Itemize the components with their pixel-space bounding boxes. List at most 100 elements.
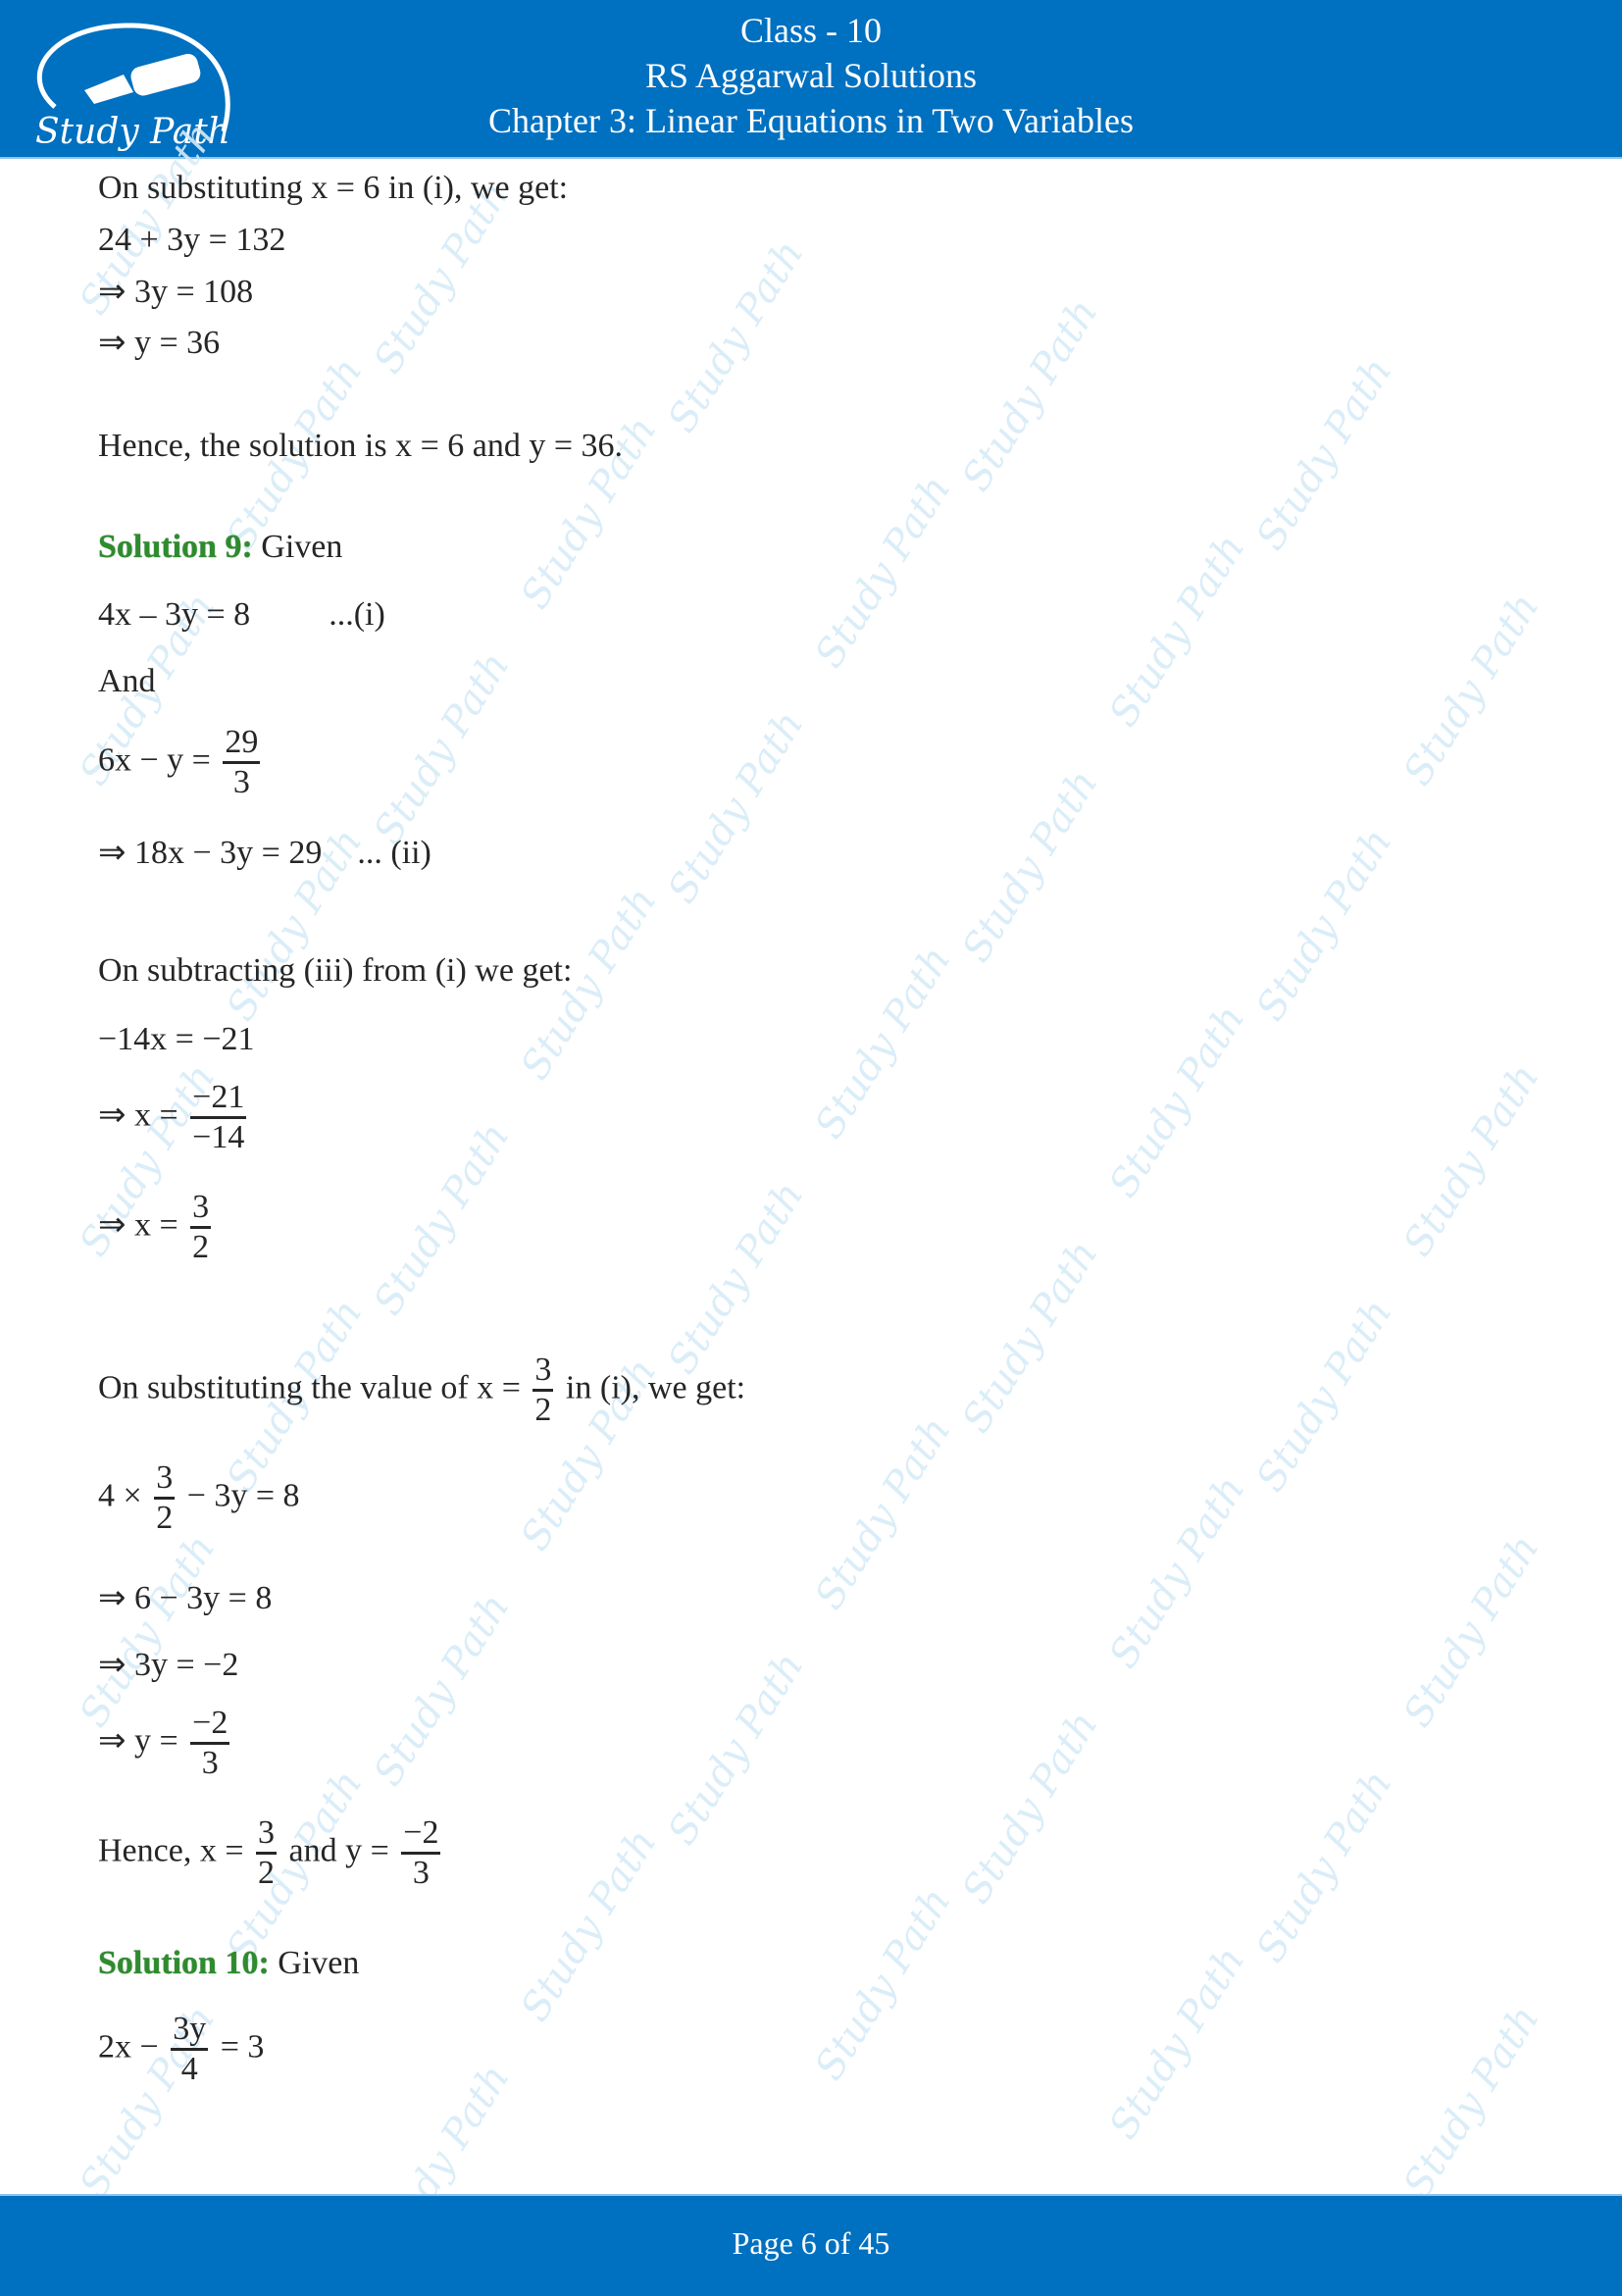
watermark-text: Study Path [1100, 527, 1254, 735]
fraction: −2 3 [401, 1814, 441, 1892]
watermark-text: Study Path [953, 1233, 1107, 1441]
watermark-text: Study Path [1394, 586, 1548, 793]
watermark-text: Study Path [365, 1115, 519, 1323]
numerator: 3 [190, 1189, 212, 1229]
equation-tag: ... (ii) [357, 835, 431, 871]
equation-line: ⇒ 6 − 3y = 8 [98, 1580, 273, 1616]
watermark-text: Study Path [659, 1645, 813, 1853]
equation-text: ⇒ 18x − 3y = 29 [98, 835, 323, 871]
text-line: On subtracting (iii) from (i) we get: [98, 952, 573, 989]
header-chapter: Chapter 3: Linear Equations in Two Varia… [487, 101, 1134, 140]
fraction: −2 3 [190, 1705, 230, 1782]
watermark-text: Study Path [806, 939, 960, 1147]
numerator: −2 [401, 1814, 441, 1855]
denominator: 2 [192, 1229, 210, 1265]
numerator: 3 [532, 1352, 554, 1392]
given-label: Given [269, 1945, 360, 1981]
denominator: 4 [180, 2051, 198, 2087]
solution-label: Solution 9: [98, 529, 253, 565]
text-segment: Hence, x = [98, 1832, 244, 1869]
solution-9-heading: Solution 9: Given [98, 528, 342, 567]
numerator: −2 [190, 1705, 230, 1745]
fraction: 3y 4 [171, 2011, 209, 2088]
numerator: 29 [223, 724, 261, 764]
fraction: 32 [256, 1814, 278, 1892]
equation-text: = 3 [220, 2028, 265, 2066]
equation-text: − 3y = 8 [186, 1477, 300, 1514]
equation-line: 4 × 32 − 3y = 8 [98, 1459, 300, 1537]
equation-line: ⇒ y = 36 [98, 325, 221, 361]
watermark-text: Study Path [1247, 1762, 1401, 1970]
denominator: 3 [201, 1745, 219, 1781]
equation-tag: ...(i) [329, 596, 385, 633]
equation-line: 24 + 3y = 132 [98, 222, 286, 258]
denominator: 3 [412, 1855, 430, 1891]
watermark-text: Study Path [806, 468, 960, 676]
text-line: And [98, 663, 156, 699]
watermark-text: Study Path [953, 762, 1107, 970]
denominator: 2 [534, 1392, 552, 1428]
equation-text: 6x − y = [98, 741, 211, 779]
watermark-text: Study Path [1100, 997, 1254, 1205]
equation-line: 4x – 3y = 8 ...(i) [98, 595, 385, 635]
header-class: Class - 10 [740, 11, 882, 50]
watermark-text: Study Path [1247, 1292, 1401, 1500]
watermark-text: Study Path [1100, 1468, 1254, 1676]
conclusion-line: Hence, x = 32 and y = −2 3 [98, 1814, 444, 1892]
fraction: −21 −14 [190, 1079, 247, 1156]
denominator: 2 [156, 1500, 174, 1536]
watermark-text: Study Path [953, 1704, 1107, 1912]
equation-text: 4 × [98, 1477, 142, 1514]
equation-text: 4x – 3y = 8 [98, 596, 251, 633]
watermark-text: Study Path [365, 1586, 519, 1794]
numerator: −21 [190, 1079, 247, 1119]
page-number: Page 6 of 45 [732, 2225, 890, 2261]
header-book: RS Aggarwal Solutions [644, 56, 978, 95]
watermark-text: Study Path [953, 291, 1107, 499]
equation-line: ⇒ y = −2 3 [98, 1705, 233, 1782]
watermark-text: Study Path [659, 703, 813, 911]
watermark-text: Study Path [1100, 1939, 1254, 2147]
equation-line: ⇒ 3y = 108 [98, 274, 254, 310]
conclusion-line: Hence, the solution is x = 6 and y = 36. [98, 428, 624, 464]
fraction: 32 [532, 1352, 554, 1429]
text-line: On substituting the value of x = 32 in (… [98, 1352, 745, 1429]
watermark-text: Study Path [512, 1821, 666, 2029]
watermark-text: Study Path [659, 232, 813, 440]
denominator: −14 [192, 1119, 245, 1155]
equation-text: ⇒ x = [98, 1097, 178, 1134]
equation-line: ⇒ 18x − 3y = 29 ... (ii) [98, 834, 431, 873]
watermark-text: Study Path [365, 644, 519, 852]
denominator: 2 [258, 1855, 276, 1891]
equation-text: ⇒ y = [98, 1722, 178, 1760]
equation-line: ⇒ 3y = −2 [98, 1647, 239, 1683]
equation-line: ⇒ x = 32 [98, 1189, 215, 1266]
watermark-text: Study Path [1394, 1998, 1548, 2206]
watermark-text: Study Path [1247, 821, 1401, 1029]
numerator: 3 [256, 1814, 278, 1855]
equation-text: 2x − [98, 2028, 159, 2066]
numerator: 3 [154, 1459, 176, 1500]
fraction: 32 [190, 1189, 212, 1266]
given-label: Given [252, 529, 343, 565]
equation-line: −14x = −21 [98, 1021, 255, 1057]
fraction: 29 3 [223, 724, 261, 801]
numerator: 3y [171, 2011, 209, 2051]
text-segment: On substituting the value of x = [98, 1369, 521, 1406]
watermark-text: Study Path [1394, 1527, 1548, 1735]
denominator: 3 [232, 764, 250, 800]
watermark-text: Study Path [806, 1409, 960, 1617]
page-header: Study Path Class - 10 RS Aggarwal Soluti… [0, 0, 1622, 159]
equation-line: 6x − y = 29 3 [98, 724, 264, 801]
text-segment: and y = [288, 1832, 389, 1869]
watermark-text: Study Path [1247, 350, 1401, 558]
watermark-text: Study Path [806, 1880, 960, 2088]
equation-line: 2x − 3y 4 = 3 [98, 2011, 264, 2088]
text-segment: in (i), we get: [565, 1369, 746, 1406]
watermark-text: Study Path [1394, 1056, 1548, 1264]
page-footer: Page 6 of 45 [0, 2194, 1622, 2296]
equation-line: ⇒ x = −21 −14 [98, 1079, 250, 1156]
text-line: On substituting x = 6 in (i), we get: [98, 170, 569, 206]
solution-label: Solution 10: [98, 1945, 270, 1981]
solution-10-heading: Solution 10: Given [98, 1944, 359, 1983]
